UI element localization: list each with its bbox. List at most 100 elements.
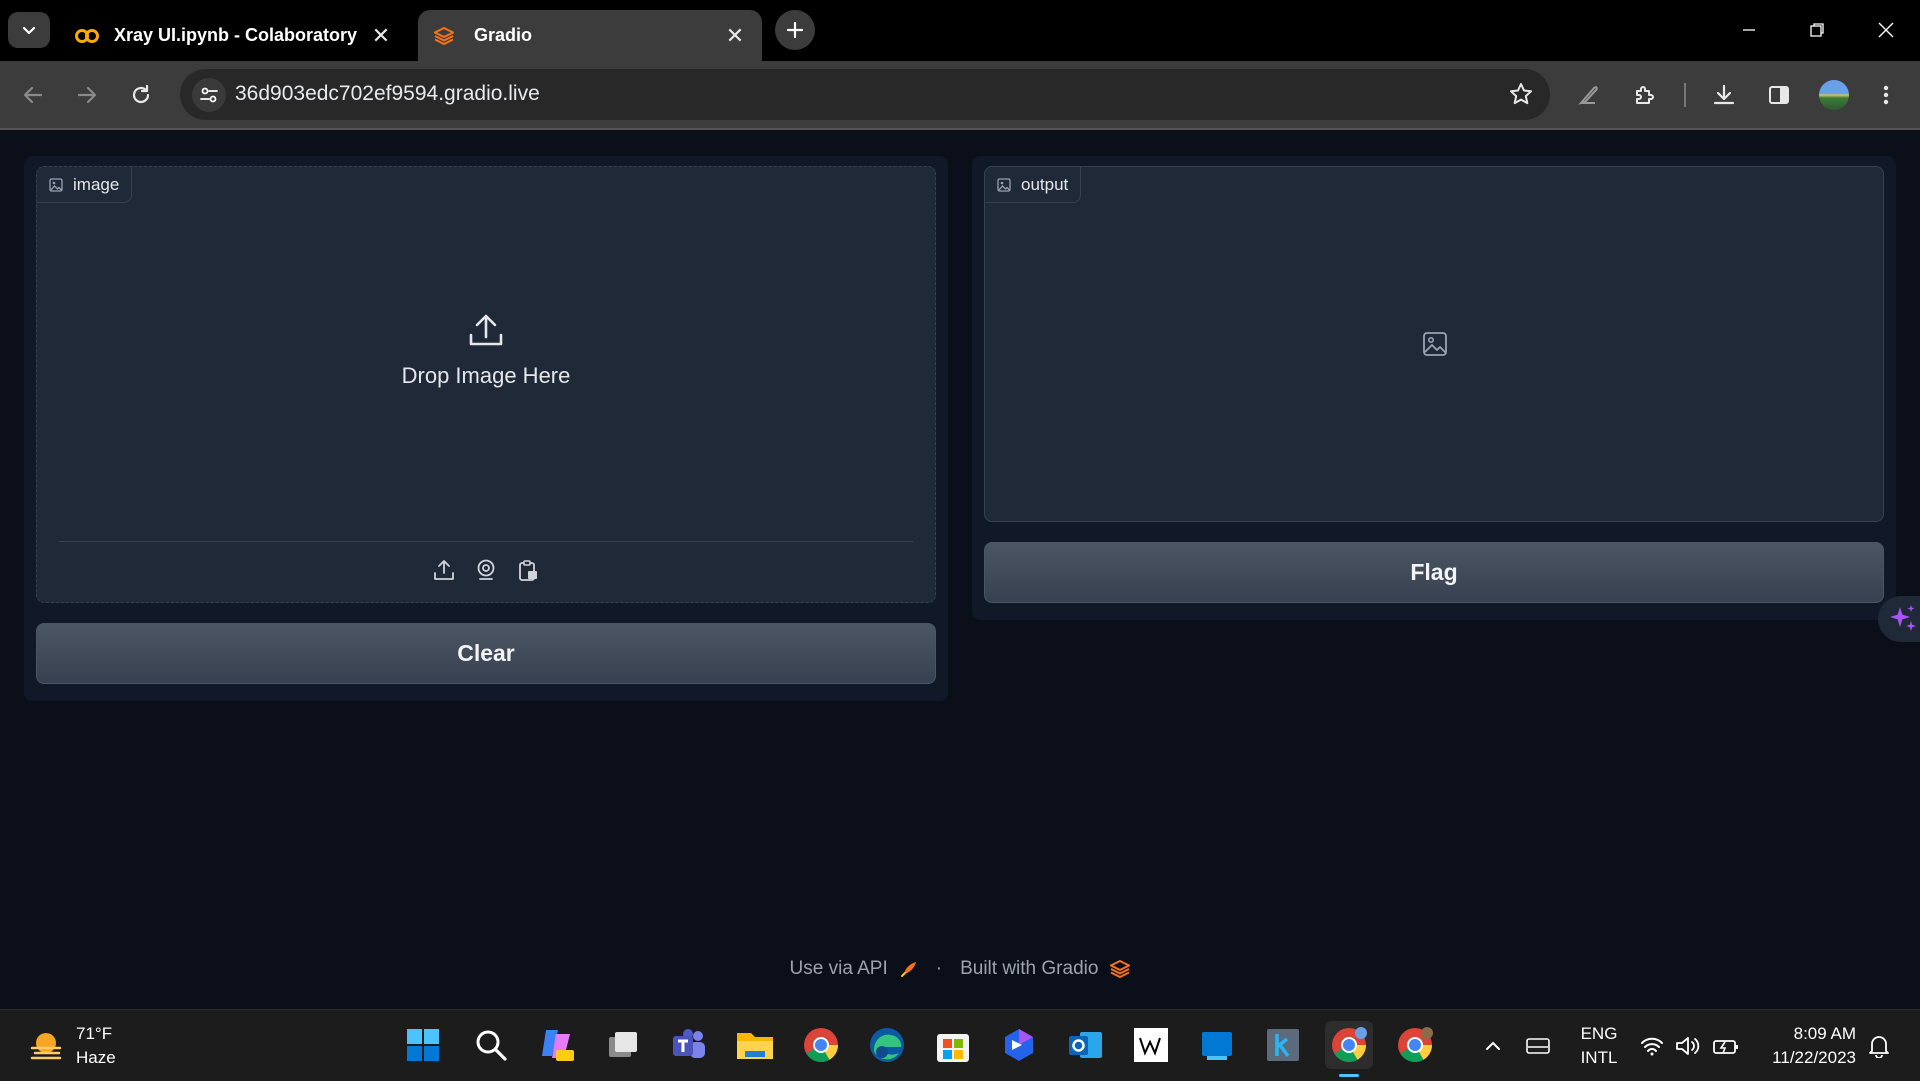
- start-button[interactable]: [399, 1021, 447, 1069]
- volume-status[interactable]: [1673, 1010, 1703, 1081]
- new-tab-button[interactable]: [775, 10, 815, 50]
- clipboard-icon: [519, 560, 537, 581]
- notifications-button[interactable]: [1864, 1010, 1894, 1081]
- task-view-app[interactable]: [599, 1021, 647, 1069]
- copilot-icon: [1005, 1029, 1033, 1061]
- extensions-button[interactable]: [1628, 78, 1662, 112]
- back-button[interactable]: [16, 78, 50, 112]
- clear-button[interactable]: Clear: [36, 623, 936, 684]
- chevron-up-icon: [1486, 1041, 1500, 1050]
- clock-date: 11/22/2023: [1772, 1048, 1856, 1067]
- browser-menu-button[interactable]: [1869, 78, 1903, 112]
- upload-icon: [469, 314, 503, 346]
- windows-taskbar: 71°F Haze ENG INTL 8:09 AM 11/22/2023: [0, 1009, 1920, 1081]
- image-source-bar: [59, 541, 913, 584]
- gradio-icon: [1110, 960, 1131, 978]
- weather-temperature: 71°F: [76, 1024, 113, 1043]
- output-label: output: [985, 167, 1082, 203]
- quill-icon: [1578, 86, 1598, 105]
- image-icon: [997, 177, 1011, 192]
- forward-button[interactable]: [70, 78, 104, 112]
- image-input-block[interactable]: image Drop Image Here: [36, 166, 936, 603]
- address-bar[interactable]: 36d903edc702ef9594.gradio.live: [180, 69, 1550, 120]
- search-icon: [476, 1030, 507, 1061]
- battery-status[interactable]: [1709, 1010, 1743, 1081]
- gradio-footer: Use via API · Built with Gradio: [0, 958, 1920, 980]
- profile-avatar[interactable]: [1819, 80, 1849, 110]
- tab-search-button[interactable]: [8, 12, 50, 48]
- speaker-icon: [1676, 1036, 1700, 1055]
- sparkle-icon: [1890, 605, 1916, 631]
- bell-icon: [1869, 1035, 1889, 1058]
- wifi-icon: [1641, 1037, 1663, 1055]
- browser-toolbar: 36d903edc702ef9594.gradio.live: [0, 61, 1920, 130]
- teams-app[interactable]: [665, 1021, 713, 1069]
- upload-icon: [434, 560, 454, 580]
- flag-button[interactable]: Flag: [984, 542, 1884, 603]
- tab-colab[interactable]: Xray UI.ipynb - Colaboratory ✕: [58, 10, 408, 61]
- touch-keyboard-button[interactable]: [1523, 1010, 1553, 1081]
- system-clock[interactable]: 8:09 AM 11/22/2023: [1760, 1022, 1856, 1070]
- keyboard-icon: [1526, 1037, 1550, 1054]
- reload-button[interactable]: [124, 78, 158, 112]
- chrome-profile-app[interactable]: [1391, 1021, 1439, 1069]
- chrome-icon: [1332, 1027, 1367, 1062]
- side-panel-button[interactable]: [1762, 78, 1796, 112]
- drop-zone[interactable]: Drop Image Here: [37, 312, 935, 389]
- close-icon[interactable]: ✕: [724, 23, 746, 49]
- gradio-icon: [434, 26, 460, 46]
- source-clipboard-button[interactable]: [514, 556, 542, 584]
- microsoft-store-app[interactable]: [929, 1021, 977, 1069]
- browser-tab-strip: Xray UI.ipynb - Colaboratory ✕ Gradio ✕: [0, 0, 1920, 61]
- download-icon: [1713, 84, 1735, 105]
- built-with-gradio-link[interactable]: Built with Gradio: [960, 958, 1098, 980]
- close-icon: [1878, 22, 1894, 38]
- downloads-button[interactable]: [1707, 78, 1741, 112]
- source-webcam-button[interactable]: [472, 556, 500, 584]
- image-input-label: image: [37, 167, 133, 203]
- lang-line1: ENG: [1580, 1024, 1618, 1043]
- footer-separator: ·: [935, 958, 943, 979]
- weather-widget[interactable]: 71°F Haze: [26, 1022, 116, 1070]
- outlook-app[interactable]: [1061, 1021, 1109, 1069]
- ai-assistant-button[interactable]: [1878, 596, 1920, 642]
- minimize-button[interactable]: [1715, 0, 1783, 60]
- active-app-indicator: [1339, 1074, 1359, 1077]
- close-window-button[interactable]: [1852, 0, 1920, 60]
- chrome-profile-app-active[interactable]: [1325, 1021, 1373, 1077]
- restore-button[interactable]: [1783, 0, 1851, 60]
- extension-quill-button[interactable]: [1572, 78, 1606, 112]
- file-explorer-app[interactable]: [731, 1021, 779, 1069]
- toolbar-divider: [1684, 83, 1686, 107]
- puzzle-icon: [1636, 86, 1654, 104]
- plus-icon: [786, 21, 804, 39]
- bookmark-star-button[interactable]: [1508, 81, 1534, 112]
- show-hidden-icons-button[interactable]: [1478, 1010, 1508, 1081]
- source-upload-button[interactable]: [430, 556, 458, 584]
- site-info-button[interactable]: [192, 78, 226, 112]
- use-via-api-link[interactable]: Use via API: [790, 958, 888, 980]
- colab-icon: [74, 26, 100, 46]
- blue-app[interactable]: [1193, 1021, 1241, 1069]
- output-panel: output Flag: [972, 156, 1896, 620]
- k-app[interactable]: [1259, 1021, 1307, 1069]
- battery-charging-icon: [1713, 1039, 1738, 1054]
- wikipedia-app[interactable]: [1127, 1021, 1175, 1069]
- copilot-app-2[interactable]: [995, 1021, 1043, 1069]
- language-indicator[interactable]: ENG INTL: [1572, 1022, 1626, 1070]
- kebab-menu-icon: [1883, 85, 1889, 105]
- edge-app[interactable]: [863, 1021, 911, 1069]
- taskbar-search-button[interactable]: [467, 1021, 515, 1069]
- wikipedia-icon: [1134, 1028, 1168, 1062]
- gradio-app: image Drop Image Here Clear output Flag: [0, 130, 1920, 1008]
- clock-time: 8:09 AM: [1793, 1024, 1856, 1043]
- output-label-text: output: [1021, 174, 1069, 194]
- image-label-text: image: [73, 174, 120, 194]
- side-panel-icon: [1769, 86, 1789, 104]
- copilot-app[interactable]: [533, 1021, 581, 1069]
- chrome-app[interactable]: [797, 1021, 845, 1069]
- lang-line2: INTL: [1580, 1048, 1618, 1067]
- close-icon[interactable]: ✕: [370, 23, 392, 49]
- tab-gradio[interactable]: Gradio ✕: [418, 10, 762, 61]
- wifi-status[interactable]: [1637, 1010, 1667, 1081]
